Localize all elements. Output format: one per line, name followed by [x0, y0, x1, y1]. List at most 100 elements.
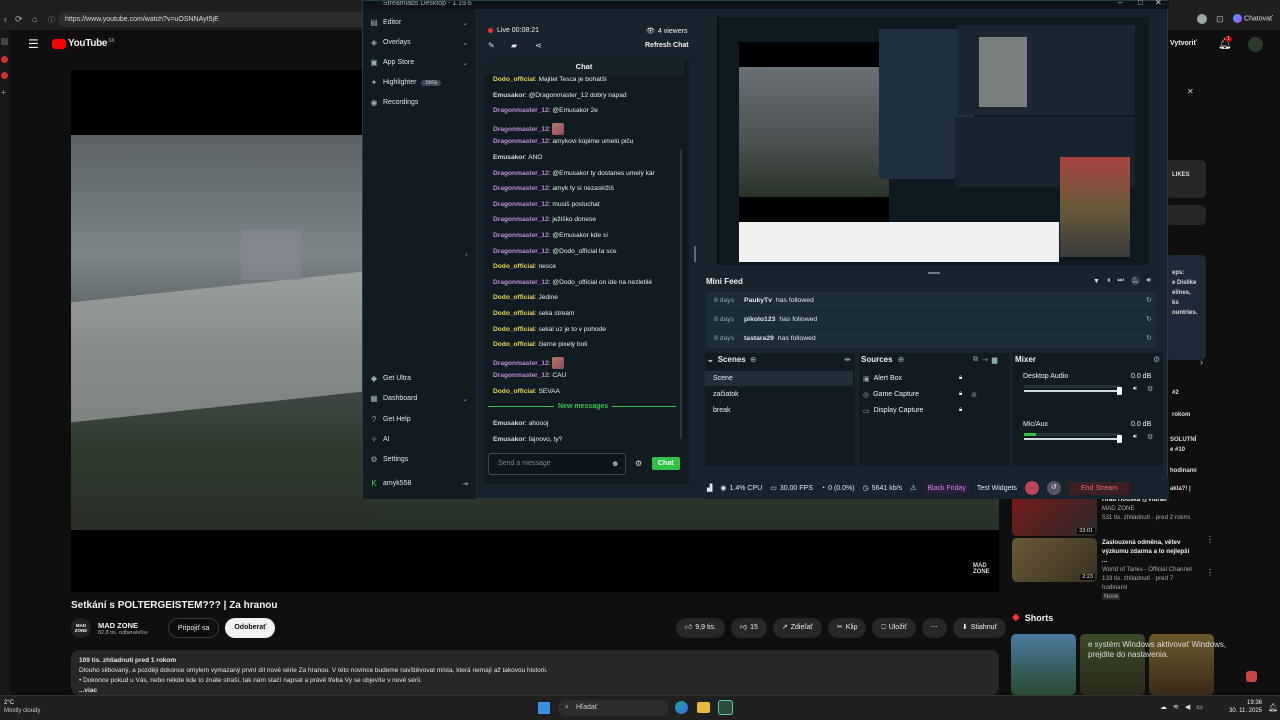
save-button[interactable]: ⎕ Uložiť — [872, 618, 916, 638]
scene-transitions-icon[interactable]: ⇹ — [844, 355, 851, 364]
mixer-settings-icon[interactable]: ⚙ — [1153, 355, 1160, 364]
menu-icon[interactable]: ☰ — [28, 37, 39, 51]
mixer-gear-icon[interactable]: ⚙ — [1147, 433, 1153, 441]
end-stream-button[interactable]: End Stream — [1068, 481, 1130, 495]
volume-slider[interactable] — [1024, 387, 1122, 395]
chevron-down-icon[interactable]: ⌄ — [707, 355, 714, 364]
refresh-chat-button[interactable]: Refresh Chat — [645, 42, 689, 49]
clock[interactable]: 19:36 30. 11. 2025 — [1228, 699, 1262, 715]
chevron-down-icon[interactable]: ⌄ — [462, 39, 468, 47]
chat-username[interactable]: Dragonmaster_12 — [493, 232, 549, 239]
folder-icon[interactable]: ▆ — [992, 356, 997, 364]
battery-icon[interactable]: ▭ — [1196, 703, 1203, 711]
chat-username[interactable]: Dodo_official — [493, 263, 535, 270]
reload-icon[interactable]: ⟳ — [15, 14, 23, 25]
nav-item-dashboard[interactable]: ▦ Dashboard ⌄ — [370, 394, 468, 403]
window-icon[interactable]: ⊡ — [1216, 14, 1224, 25]
extension-icon[interactable] — [1246, 671, 1257, 682]
chat-username[interactable]: Dragonmaster_12 — [493, 360, 549, 367]
volume-icon[interactable]: 🔊︎ — [1147, 277, 1151, 285]
test-widgets-button[interactable]: Test Widgets — [977, 485, 1017, 492]
subscribe-button[interactable]: Odoberať — [225, 618, 276, 638]
chat-username[interactable]: Dodo_official — [493, 341, 535, 348]
chat-username[interactable]: Dragonmaster_12 — [493, 201, 549, 208]
nav-item-ai[interactable]: ✧ AI — [370, 435, 468, 444]
add-source-icon[interactable]: ⊕ — [898, 355, 905, 364]
scene-item[interactable]: break — [705, 403, 853, 418]
user-item[interactable]: K amyk558 ⇥ — [370, 479, 468, 488]
lock-icon[interactable]: 🔒︎ — [959, 391, 962, 398]
sidebar-youtube-icon-2[interactable] — [1, 72, 8, 79]
chat-username[interactable]: Dodo_official — [493, 388, 535, 395]
nav-item-editor[interactable]: ▤ Editor ⌄ — [370, 18, 468, 27]
file-explorer-icon[interactable] — [697, 702, 710, 713]
resize-handle[interactable] — [694, 246, 696, 262]
chat-send-button[interactable]: Chat — [652, 457, 680, 470]
slider-handle[interactable] — [1117, 387, 1122, 395]
sidebar-add-icon[interactable]: + — [1, 88, 6, 97]
clip-button[interactable]: ✂ Klip — [827, 618, 867, 638]
chat-username[interactable]: Dragonmaster_12 — [493, 170, 549, 177]
short-thumbnail[interactable] — [1011, 634, 1076, 695]
weather-widget[interactable]: 2°C Mostly cloudy — [4, 699, 40, 715]
stats-icon[interactable]: ▟ — [707, 484, 712, 492]
pause-icon[interactable]: ⏸ — [1107, 277, 1111, 285]
black-friday-button[interactable]: Black Friday — [924, 482, 969, 494]
notification-icon[interactable]: 🔔︎ — [1268, 703, 1278, 712]
lock-icon[interactable]: 🔒︎ — [959, 407, 962, 414]
join-button[interactable]: Pripojiť sa — [167, 618, 220, 638]
slider-handle[interactable] — [1117, 435, 1122, 443]
channel-name[interactable]: MAD ZONE — [98, 621, 148, 630]
chat-username[interactable]: Dragonmaster_12 — [493, 185, 549, 192]
chat-username[interactable]: Emusakor — [493, 92, 525, 99]
minimize-icon[interactable]: – — [1118, 0, 1122, 7]
back-icon[interactable]: ‹ — [4, 14, 7, 24]
channel-avatar[interactable]: MAD ZONE — [71, 618, 91, 638]
chat-username[interactable]: Dragonmaster_12 — [493, 107, 549, 114]
volume-icon[interactable]: 🔊︎ — [1133, 434, 1137, 441]
chat-username[interactable]: Dragonmaster_12 — [493, 216, 549, 223]
add-scene-icon[interactable]: ⊕ — [750, 355, 757, 364]
scene-item[interactable]: Scene — [705, 371, 853, 386]
more-actions-button[interactable]: ⋯ — [921, 618, 947, 638]
chat-username[interactable]: Dodo_official — [493, 294, 535, 301]
filter-icon[interactable]: ▼ — [1093, 278, 1100, 285]
chat-username[interactable]: Emusakor — [493, 154, 525, 161]
next-arrow-icon[interactable]: › — [1200, 357, 1203, 367]
volume-icon[interactable]: 🔊︎ — [1133, 386, 1137, 393]
wifi-icon[interactable]: ≋ — [1173, 703, 1179, 711]
chat-username[interactable]: Dragonmaster_12 — [493, 372, 549, 379]
profile-avatar[interactable] — [1197, 14, 1207, 24]
more-icon[interactable]: ⋮ — [1206, 568, 1214, 577]
nav-item-app-store[interactable]: ▣ App Store ⌄ — [370, 58, 468, 67]
nav-item-highlighter[interactable]: ✦ Highlighter beta — [370, 78, 468, 87]
edit-icon[interactable]: ✎ — [488, 41, 495, 50]
chat-username[interactable]: Emusakor — [493, 420, 525, 427]
repeat-alert-icon[interactable]: ↻ — [1146, 330, 1152, 348]
nav-item-get-help[interactable]: ? Get Help — [370, 415, 468, 424]
chat-username[interactable]: Dragonmaster_12 — [493, 138, 549, 145]
resize-handle[interactable] — [928, 272, 940, 274]
site-info-icon[interactable]: ⓘ — [48, 15, 55, 25]
feed-user[interactable]: pikolo123 — [744, 316, 775, 323]
streamlabs-taskbar-icon[interactable] — [718, 700, 733, 715]
mixer-gear-icon[interactable]: ⚙ — [1147, 385, 1153, 393]
chevron-down-icon[interactable]: ⌄ — [462, 19, 468, 27]
source-item[interactable]: ◎ Game Capture 🔒︎ ⊘ — [859, 387, 1007, 402]
feed-user[interactable]: PaukyTv — [744, 297, 772, 304]
warning-icon[interactable]: ⚠ — [910, 484, 916, 492]
start-icon[interactable] — [538, 702, 550, 714]
chat-username[interactable]: Dragonmaster_12 — [493, 126, 549, 133]
chevron-down-icon[interactable]: ⌄ — [462, 59, 468, 67]
close-icon[interactable]: ✕ — [1187, 87, 1194, 96]
chat-username[interactable]: Dodo_official — [493, 310, 535, 317]
lock-icon[interactable]: 🔒︎ — [959, 375, 962, 382]
skip-icon[interactable]: ⏭ — [1117, 277, 1123, 285]
chat-username[interactable]: Emusakor — [493, 436, 525, 443]
feed-user[interactable]: tastara29 — [744, 335, 774, 342]
share-button[interactable]: ↗ Zdieľať — [772, 618, 822, 638]
nav-item-settings[interactable]: ⚙ Settings — [370, 455, 468, 464]
collapse-nav-icon[interactable]: ‹ — [465, 249, 468, 259]
more-icon[interactable]: ⋮ — [1206, 535, 1214, 544]
home-icon[interactable]: ⌂ — [32, 14, 37, 24]
